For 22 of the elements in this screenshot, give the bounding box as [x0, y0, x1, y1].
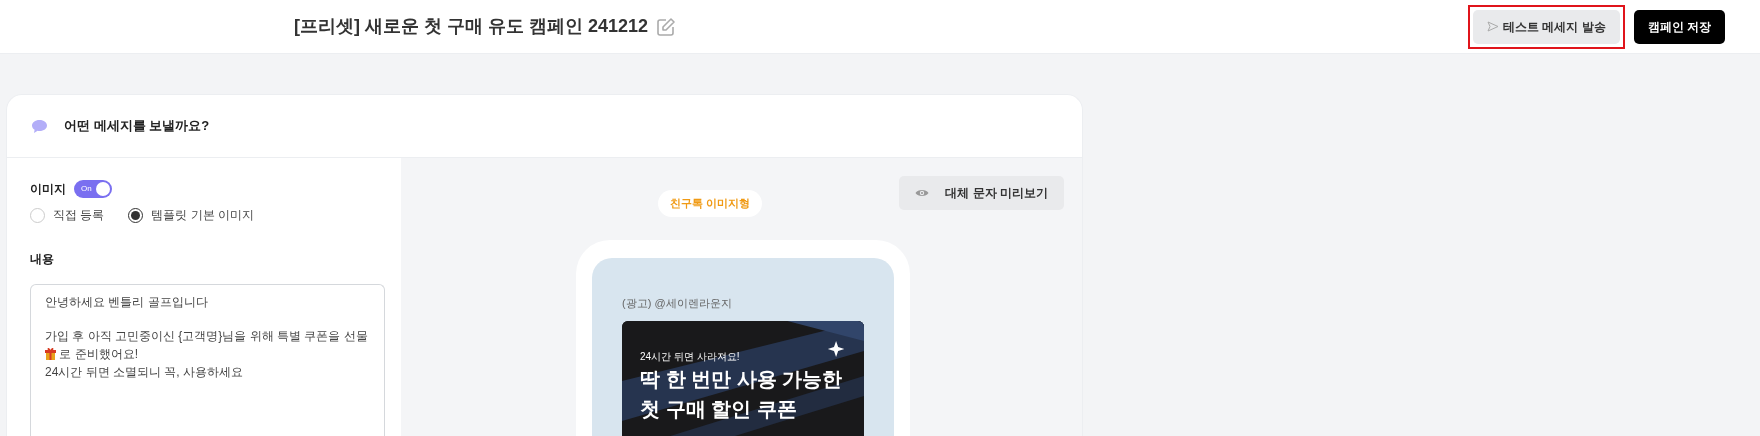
section-title: 어떤 메세지를 보낼까요?	[64, 117, 210, 136]
field-label: 이미지	[30, 181, 66, 198]
preview-button[interactable]: 대체 문자 미리보기	[899, 176, 1064, 210]
send-test-button[interactable]: 테스트 메세지 발송	[1473, 9, 1620, 44]
campaign-title: [프리셋] 새로운 첫 구매 유도 캠페인 241212	[294, 15, 649, 38]
send-icon	[1487, 21, 1499, 32]
banner-headline: 첫 구매 할인 쿠폰	[640, 396, 798, 422]
sender-text: (광고) @세이렌라운지	[622, 296, 733, 311]
banner-headline: 딱 한 번만 사용 가능한	[640, 366, 844, 392]
message-field[interactable]: 안녕하세요 벤틀리 골프입니다 가입 후 아직 고민중이신 {고객명}님을 위해 특별 쿠폰을 선물 로 준비했어요! 24시간 뒤면 소멸되니 꼭, 사용하세요	[30, 284, 385, 436]
toggle-switch[interactable]: On	[74, 180, 112, 198]
field-label: 내용	[30, 251, 55, 268]
banner-caption: 24시간 뒤면 사라져요!	[640, 349, 741, 364]
option-label[interactable]: 직접 등록	[53, 206, 105, 224]
type-tag: 친구톡 이미지형	[658, 190, 763, 217]
radio-button[interactable]	[128, 207, 144, 223]
gift-icon	[45, 347, 56, 360]
eye-icon	[915, 188, 930, 198]
edit-icon[interactable]	[656, 16, 677, 37]
chat-bubble-icon	[31, 118, 48, 134]
save-button[interactable]: 캠페인 저장	[1633, 9, 1725, 44]
option-label[interactable]: 템플릿 기본 이미지	[151, 206, 254, 224]
